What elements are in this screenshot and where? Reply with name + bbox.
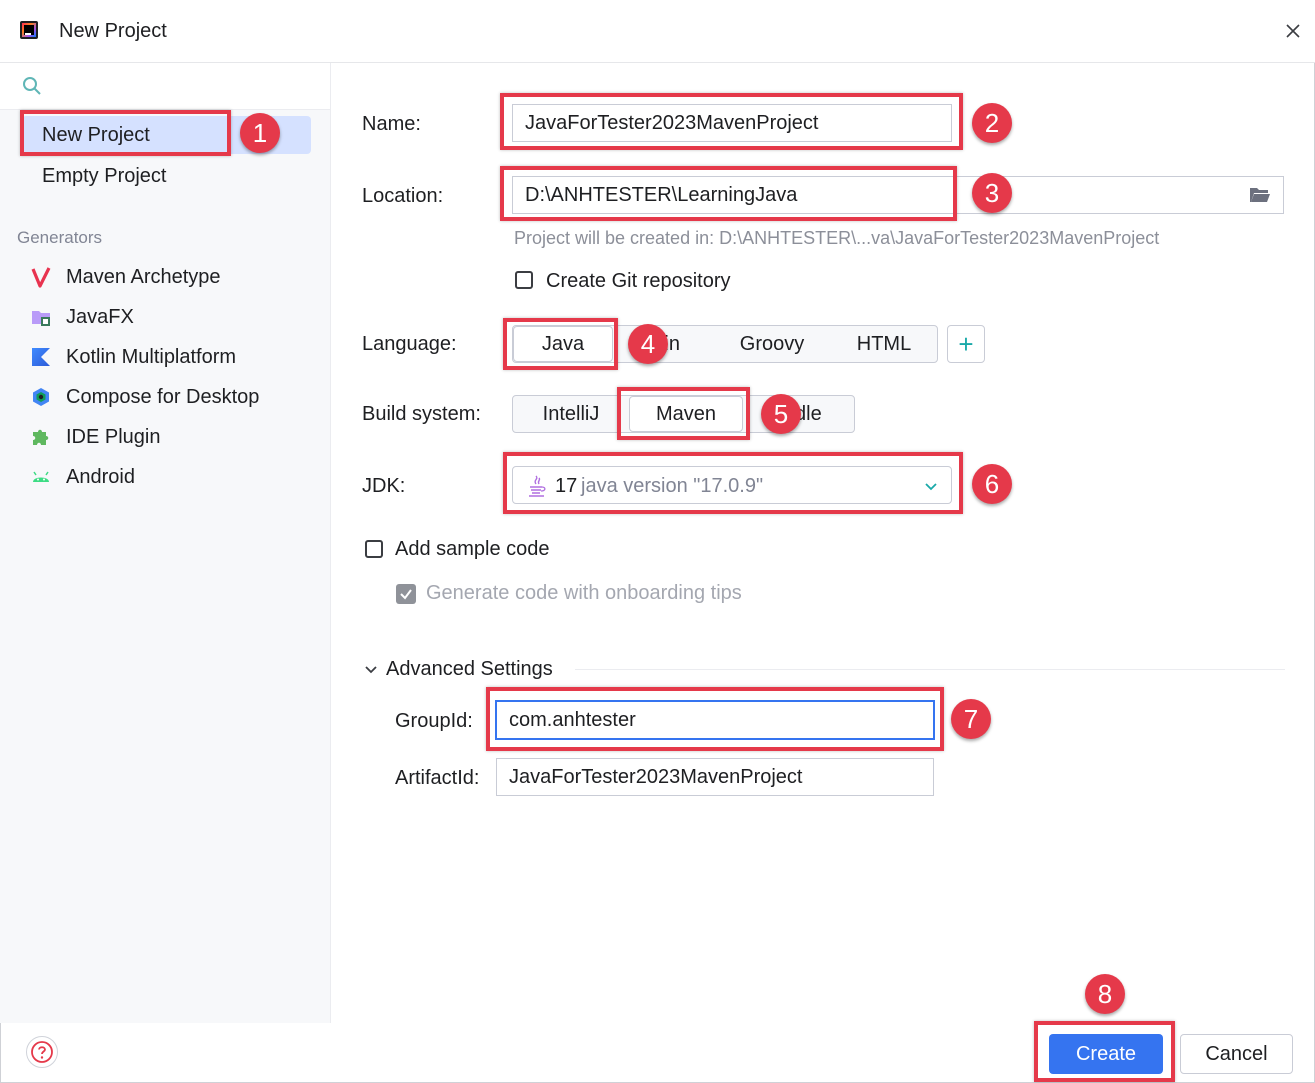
compose-icon xyxy=(33,388,49,406)
help-button[interactable] xyxy=(26,1036,58,1068)
annotation-badge-5: 5 xyxy=(761,394,801,434)
close-icon[interactable] xyxy=(1280,18,1306,44)
generator-label: Kotlin Multiplatform xyxy=(66,345,237,368)
chevron-down-icon xyxy=(925,483,937,491)
jdk-label: JDK: xyxy=(362,475,406,497)
puzzle-icon xyxy=(33,429,49,445)
group-id-label: GroupId: xyxy=(395,710,473,732)
add-language-button[interactable]: + xyxy=(947,325,985,363)
generator-compose-for-desktop[interactable]: Compose for Desktop xyxy=(30,382,259,412)
git-checkbox[interactable] xyxy=(515,271,533,289)
sample-code-label: Add sample code xyxy=(395,538,550,560)
generator-maven-archetype[interactable]: Maven Archetype xyxy=(30,262,221,292)
create-button[interactable]: Create xyxy=(1049,1034,1163,1074)
location-field[interactable] xyxy=(512,176,1284,214)
folder-icon xyxy=(32,311,50,326)
annotation-badge-8: 8 xyxy=(1085,974,1125,1014)
language-option-java[interactable]: Java xyxy=(513,326,613,362)
generator-kotlin-multiplatform[interactable]: Kotlin Multiplatform xyxy=(30,342,236,372)
generator-javafx[interactable]: JavaFX xyxy=(30,302,134,332)
build-system-label: Build system: xyxy=(362,403,481,425)
name-field[interactable] xyxy=(512,104,952,142)
advanced-divider xyxy=(575,669,1285,670)
sidebar-item-label: New Project xyxy=(42,124,150,146)
language-option-html[interactable]: HTML xyxy=(831,326,937,362)
group-id-field[interactable] xyxy=(495,700,935,740)
window-title: New Project xyxy=(59,20,167,42)
language-option-groovy[interactable]: Groovy xyxy=(713,326,831,362)
generator-android[interactable]: Android xyxy=(30,462,135,492)
sidebar-item-empty-project[interactable]: Empty Project xyxy=(22,157,311,195)
android-icon xyxy=(33,471,49,482)
chevron-down-icon[interactable] xyxy=(363,663,379,677)
generator-label: Android xyxy=(66,465,135,488)
generator-label: Maven Archetype xyxy=(66,265,221,288)
sidebar-item-label: Empty Project xyxy=(42,165,167,187)
location-label: Location: xyxy=(362,185,444,207)
jdk-dropdown[interactable]: 17 java version "17.0.9" xyxy=(512,466,952,504)
jdk-version: 17 xyxy=(555,475,578,497)
onboarding-checkbox xyxy=(396,584,416,604)
annotation-badge-7: 7 xyxy=(951,699,991,739)
advanced-settings-toggle[interactable]: Advanced Settings xyxy=(386,658,553,681)
artifact-id-field[interactable] xyxy=(496,758,934,796)
intellij-app-icon xyxy=(20,21,38,39)
language-label: Language: xyxy=(362,333,457,355)
annotation-badge-3: 3 xyxy=(972,173,1012,213)
build-system-segmented-control: IntelliJ Maven dle xyxy=(512,395,855,433)
search-icon xyxy=(23,77,41,95)
generator-ide-plugin[interactable]: IDE Plugin xyxy=(30,422,161,452)
sample-code-checkbox[interactable] xyxy=(365,540,383,558)
generators-section-label: Generators xyxy=(17,228,103,247)
jdk-version-detail: java version "17.0.9" xyxy=(581,475,764,497)
title-bar xyxy=(0,0,1315,63)
generator-label: IDE Plugin xyxy=(66,425,161,448)
generator-label: Compose for Desktop xyxy=(66,385,260,408)
annotation-badge-4: 4 xyxy=(628,324,668,364)
java-cup-icon xyxy=(529,475,546,497)
build-option-intellij[interactable]: IntelliJ xyxy=(513,396,629,432)
checkmark-icon xyxy=(400,589,412,600)
folder-browse-icon[interactable] xyxy=(1248,184,1272,206)
git-label: Create Git repository xyxy=(546,270,731,292)
search-input[interactable] xyxy=(50,72,324,102)
kotlin-icon xyxy=(32,348,50,366)
name-label: Name: xyxy=(362,113,421,135)
build-option-maven[interactable]: Maven xyxy=(629,396,743,432)
generator-label: JavaFX xyxy=(66,305,134,328)
cancel-button[interactable]: Cancel xyxy=(1180,1034,1293,1074)
language-segmented-control: Java lin Groovy HTML xyxy=(512,325,938,363)
annotation-badge-1: 1 xyxy=(240,113,280,153)
help-icon xyxy=(31,1041,53,1063)
sidebar xyxy=(0,63,331,1023)
annotation-badge-2: 2 xyxy=(972,103,1012,143)
onboarding-label: Generate code with onboarding tips xyxy=(426,582,742,604)
maven-icon xyxy=(31,267,51,288)
artifact-id-label: ArtifactId: xyxy=(395,767,480,789)
location-hint: Project will be created in: D:\ANHTESTER… xyxy=(514,228,1160,248)
annotation-badge-6: 6 xyxy=(972,464,1012,504)
